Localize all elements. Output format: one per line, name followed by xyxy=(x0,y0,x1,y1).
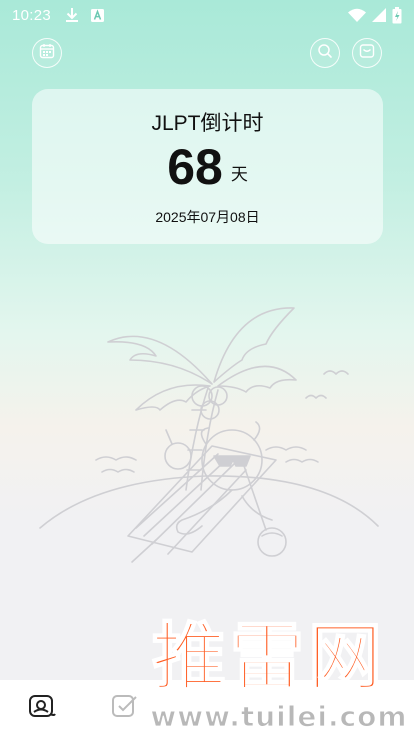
checkbox-icon xyxy=(110,693,138,724)
tab-tasks[interactable] xyxy=(108,694,140,722)
calendar-button[interactable] xyxy=(32,38,62,68)
keyboard-a-icon xyxy=(91,8,105,22)
countdown-days: 68 xyxy=(167,139,223,195)
status-time: 10:23 xyxy=(12,6,52,24)
signal-icon xyxy=(372,8,386,22)
countdown-card[interactable]: JLPT倒计时 68 天 2025年07月08日 xyxy=(32,89,383,244)
watermark-chinese-text: 推雷网 xyxy=(151,615,386,701)
beach-illustration xyxy=(36,300,382,570)
watermark: 推雷网 www.tuilei.com xyxy=(144,612,414,736)
countdown-unit: 天 xyxy=(230,165,248,184)
watermark-url: www.tuilei.com xyxy=(150,700,408,734)
countdown-date: 2025年07月08日 xyxy=(155,209,260,225)
home-scene-icon xyxy=(28,693,56,724)
download-icon xyxy=(65,7,79,23)
calendar-icon xyxy=(39,43,55,64)
search-button[interactable] xyxy=(310,38,340,68)
wifi-icon xyxy=(348,8,366,22)
countdown-title: JLPT倒计时 xyxy=(151,112,264,135)
battery-icon xyxy=(392,6,402,24)
mail-icon xyxy=(359,43,375,64)
tab-home[interactable] xyxy=(26,694,58,722)
mail-button[interactable] xyxy=(352,38,382,68)
search-icon xyxy=(317,43,333,64)
header-actions xyxy=(0,38,414,68)
status-bar: 10:23 xyxy=(0,0,414,30)
